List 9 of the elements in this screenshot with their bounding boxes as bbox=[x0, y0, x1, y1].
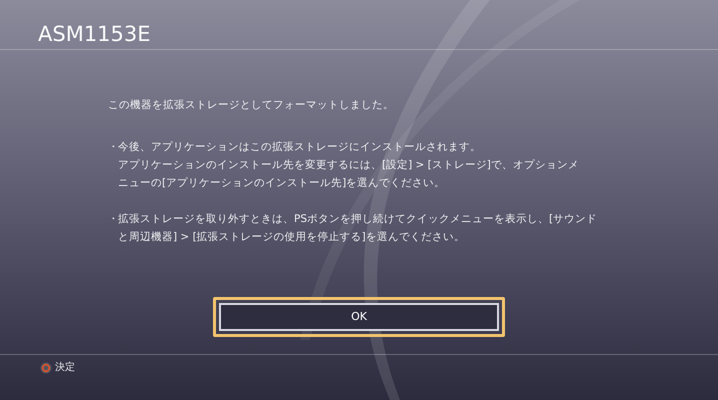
bullet-text: 拡張ストレージを取り外すときは、PSボタンを押し続けてクイックメニューを表示し、[サウンド と周辺機器] > [拡張ストレージの使用を停止する]を選んでください。 bbox=[118, 212, 598, 245]
bullet-text: 今後、アプリケーションはこの拡張ストレージにインストールされます。 アプリケーションのインストール先を変更するには、[設定] > [ストレージ]で、オプションメ ニューの[アプリケーションのインストール先]を選んでください。 bbox=[118, 140, 579, 191]
bullet-mark: ・ bbox=[108, 212, 118, 227]
window-title: ASM1153E bbox=[38, 24, 151, 45]
circle-button-icon bbox=[40, 362, 52, 374]
message-text: この機器を拡張ストレージとしてフォーマットしました。 bbox=[108, 98, 395, 113]
confirm-hint: 決定 bbox=[55, 360, 75, 375]
ok-button[interactable]: OK bbox=[219, 303, 499, 331]
bullet-mark: ・ bbox=[108, 140, 118, 155]
